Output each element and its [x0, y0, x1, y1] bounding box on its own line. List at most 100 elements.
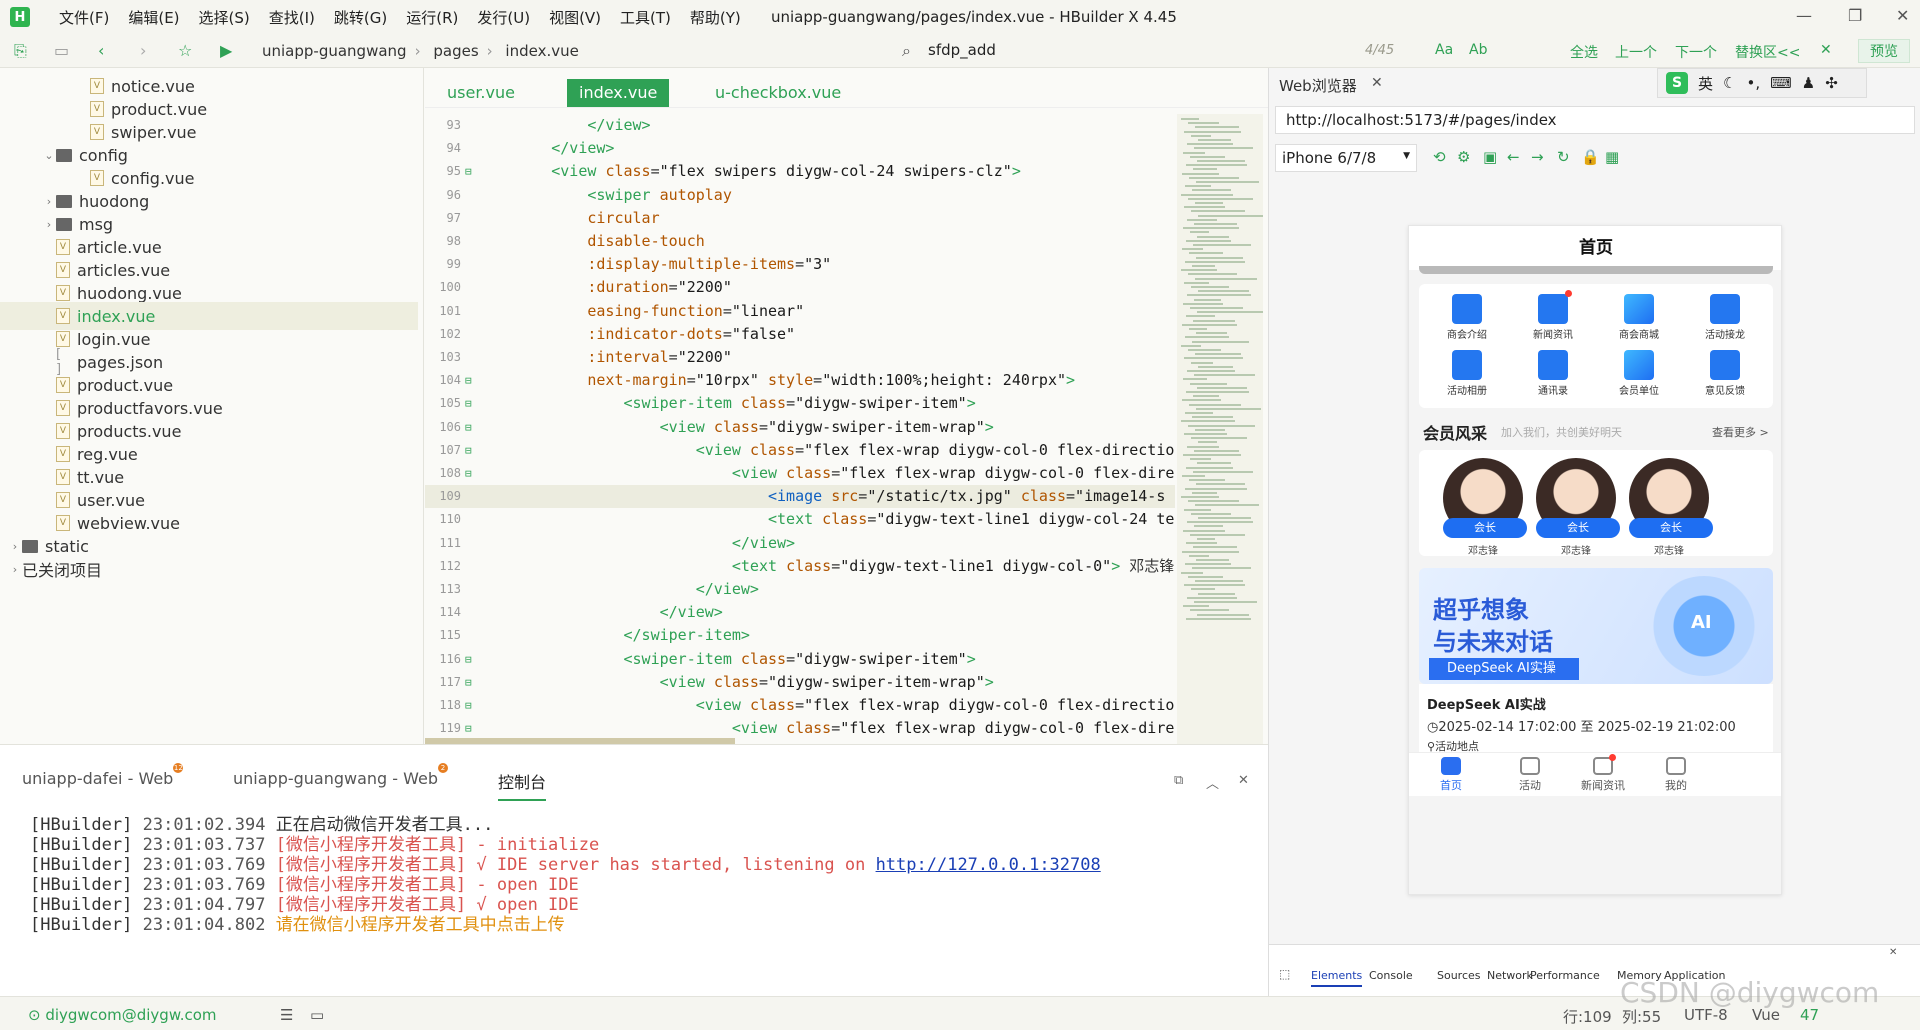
menu-select[interactable]: 选择(S): [199, 7, 250, 28]
menu-publish[interactable]: 发行(U): [477, 7, 530, 28]
code-line[interactable]: 98 disable-touch: [425, 230, 1175, 253]
find-input[interactable]: sfdp_add: [928, 41, 1388, 63]
moon-icon[interactable]: ☾: [1723, 74, 1736, 92]
user-icon[interactable]: ♟: [1802, 74, 1815, 92]
panel-tab-guangwang[interactable]: uniapp-guangwang - Web 2: [233, 763, 449, 788]
terminal-icon[interactable]: ▭: [310, 1006, 324, 1024]
menu-run[interactable]: 运行(R): [406, 7, 458, 28]
save-all-icon[interactable]: ⎘: [14, 41, 27, 61]
fold-icon[interactable]: ⊟: [465, 416, 472, 439]
grid-item[interactable]: 意见反馈: [1685, 342, 1765, 402]
code-line[interactable]: 106 ⊟ <view class="diygw-swiper-item-wrap…: [425, 416, 1175, 439]
code-line[interactable]: 112 <text class="diygw-text-line1 diygw-…: [425, 555, 1175, 578]
clear-console-icon[interactable]: ✕: [1238, 773, 1249, 788]
code-line[interactable]: 115 </swiper-item>: [425, 624, 1175, 647]
fold-icon[interactable]: ⊟: [465, 717, 472, 740]
device-select[interactable]: iPhone 6/7/8 ▼: [1275, 144, 1417, 172]
browser-tab-title[interactable]: Web浏览器: [1279, 75, 1357, 96]
forward-icon[interactable]: ›: [140, 41, 146, 60]
grid-item[interactable]: 新闻资讯: [1513, 286, 1593, 346]
devtools-tab[interactable]: Sources: [1437, 969, 1481, 982]
code-line[interactable]: 95 ⊟ <view class="flex swipers diygw-col-…: [425, 160, 1175, 183]
rotate-icon[interactable]: ⟲: [1433, 148, 1446, 166]
code-line[interactable]: 111 </view>: [425, 532, 1175, 555]
code-line[interactable]: 113 </view>: [425, 578, 1175, 601]
member-card[interactable]: 会长 邓志锋: [1627, 458, 1713, 557]
select-all-button[interactable]: 全选: [1570, 42, 1598, 62]
code-line[interactable]: 105 ⊟ <swiper-item class="diygw-swiper-it…: [425, 392, 1175, 415]
close-icon[interactable]: ✕: [1371, 75, 1383, 91]
grid-item[interactable]: 活动接龙: [1685, 286, 1765, 346]
code-line[interactable]: 110 <text class="diygw-text-line1 diygw-…: [425, 508, 1175, 531]
inspect-icon[interactable]: ⬚: [1279, 967, 1290, 981]
tabbar-item[interactable]: 我的: [1631, 757, 1721, 793]
code-line[interactable]: 104 ⊟ next-margin="10rpx" style="width:10…: [425, 369, 1175, 392]
grid-item[interactable]: 通讯录: [1513, 342, 1593, 402]
qrcode-icon[interactable]: ▦: [1605, 148, 1619, 166]
screenshot-icon[interactable]: ▣: [1483, 148, 1497, 166]
run-icon[interactable]: ▶: [220, 41, 232, 60]
code-line[interactable]: 94 </view>: [425, 137, 1175, 160]
grid-item[interactable]: 活动相册: [1427, 342, 1507, 402]
find-next-button[interactable]: 下一个: [1675, 42, 1717, 62]
panel-tab-console[interactable]: 控制台: [498, 769, 547, 801]
member-card[interactable]: 会长 邓志锋: [1441, 458, 1527, 557]
ime-lang[interactable]: 英: [1698, 73, 1713, 94]
tab-index-vue[interactable]: index.vue: [567, 79, 670, 107]
minimap[interactable]: [1177, 114, 1263, 744]
star-icon[interactable]: ☆: [178, 41, 192, 60]
url-input[interactable]: http://localhost:5173/#/pages/index: [1275, 106, 1915, 134]
code-line[interactable]: 100 :duration="2200": [425, 276, 1175, 299]
lock-icon[interactable]: 🔒: [1581, 148, 1600, 166]
grid-item[interactable]: 商会介绍: [1427, 286, 1507, 346]
tabbar-item[interactable]: 首页: [1409, 757, 1496, 793]
find-prev-button[interactable]: 上一个: [1615, 42, 1657, 62]
breadcrumb-file[interactable]: index.vue: [505, 42, 578, 60]
collapse-panel-icon[interactable]: ︿: [1206, 773, 1219, 792]
preview-button[interactable]: 预览: [1858, 39, 1910, 63]
maximize-icon[interactable]: ❐: [1848, 6, 1862, 25]
fold-icon[interactable]: ⊟: [465, 648, 472, 671]
code-line[interactable]: 99 :display-multiple-items="3": [425, 253, 1175, 276]
menu-file[interactable]: 文件(F): [59, 7, 109, 28]
fold-icon[interactable]: ⊟: [465, 671, 472, 694]
event-banner[interactable]: 超乎想象 与未来对话 DeepSeek AI实操 AI: [1419, 568, 1773, 684]
code-line[interactable]: 107 ⊟ <view class="flex flex-wrap diygw-c…: [425, 439, 1175, 462]
fold-icon[interactable]: ⊟: [465, 392, 472, 415]
code-line[interactable]: 114 </view>: [425, 601, 1175, 624]
account-label[interactable]: ⊙ diygwcom@diygw.com: [28, 1006, 217, 1024]
keyboard-icon[interactable]: ⌨: [1770, 74, 1792, 92]
minimize-icon[interactable]: —: [1796, 6, 1812, 25]
back-icon[interactable]: ←: [1507, 148, 1520, 166]
menu-help[interactable]: 帮助(Y): [690, 7, 741, 28]
menu-view[interactable]: 视图(V): [549, 7, 601, 28]
code-line[interactable]: 119 ⊟ <view class="flex flex-wrap diygw-c…: [425, 717, 1175, 740]
code-line[interactable]: 96 <swiper autoplay: [425, 184, 1175, 207]
code-line[interactable]: 97 circular: [425, 207, 1175, 230]
devtools-tab[interactable]: Network: [1487, 969, 1533, 982]
fold-icon[interactable]: ⊟: [465, 439, 472, 462]
code-area[interactable]: 93 </view> 94 </view> 95 ⊟ <view class="fle…: [425, 114, 1175, 744]
event-card[interactable]: DeepSeek AI实战 ◷2025-02-14 17:02:00 至 202…: [1419, 684, 1773, 753]
fold-icon[interactable]: ⊟: [465, 462, 472, 485]
code-line[interactable]: 101 easing-function="linear": [425, 300, 1175, 323]
tab-user-vue[interactable]: user.vue: [435, 79, 527, 107]
code-line[interactable]: 117 ⊟ <view class="diygw-swiper-item-wrap…: [425, 671, 1175, 694]
save-icon[interactable]: ▭: [54, 41, 69, 60]
menu-find[interactable]: 查找(I): [269, 7, 315, 28]
match-case-button[interactable]: Aa: [1435, 42, 1453, 58]
see-more-link[interactable]: 查看更多 >: [1712, 424, 1769, 440]
match-word-button[interactable]: Ab: [1469, 42, 1487, 58]
grid-item[interactable]: 会员单位: [1599, 342, 1679, 402]
punct-icon[interactable]: •,: [1746, 74, 1760, 92]
breadcrumb-project[interactable]: uniapp-guangwang: [262, 42, 407, 60]
fold-icon[interactable]: ⊟: [465, 369, 472, 392]
apps-icon[interactable]: ✣: [1825, 74, 1838, 92]
grid-item[interactable]: 商会商城: [1599, 286, 1679, 346]
code-line[interactable]: 116 ⊟ <swiper-item class="diygw-swiper-it…: [425, 648, 1175, 671]
menu-edit[interactable]: 编辑(E): [128, 7, 179, 28]
fold-icon[interactable]: ⊟: [465, 160, 472, 183]
close-devtools-icon[interactable]: ✕: [1889, 947, 1897, 958]
open-external-icon[interactable]: ⧉: [1174, 773, 1183, 788]
devtools-tab[interactable]: Performance: [1530, 969, 1600, 982]
